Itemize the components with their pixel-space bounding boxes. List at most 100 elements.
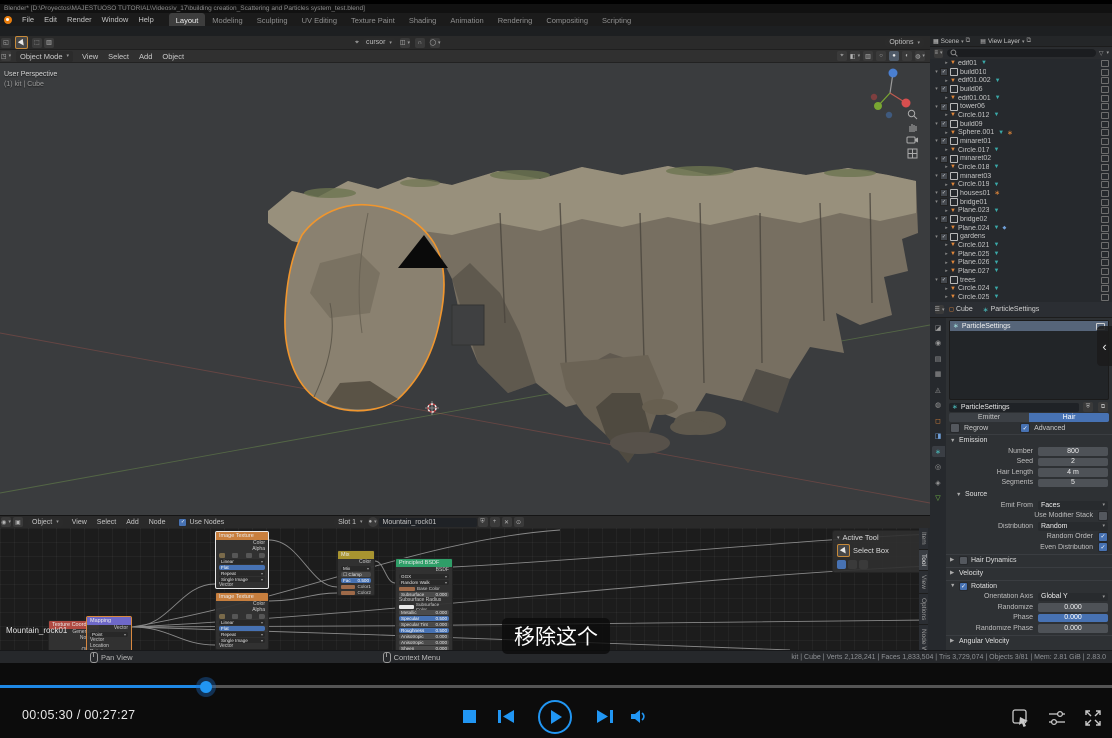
viewport-visibility-icon[interactable]: [1101, 112, 1109, 119]
node-value-row[interactable]: Flat: [219, 565, 265, 570]
active-tool-icon[interactable]: [15, 36, 28, 49]
properties-tab-object[interactable]: ◻: [932, 415, 945, 426]
previous-button[interactable]: [496, 709, 516, 724]
shader-menu-select[interactable]: Select: [92, 518, 121, 527]
viewport-menu-select[interactable]: Select: [103, 51, 134, 62]
property-checkbox[interactable]: [1098, 511, 1108, 521]
section-checkbox[interactable]: [959, 556, 968, 565]
filter-dropdown-icon[interactable]: ▾: [1106, 50, 1109, 56]
outliner-row[interactable]: ▸▼Circle.019▼: [930, 180, 1112, 189]
play-button[interactable]: [538, 700, 572, 734]
node-value-row[interactable]: Metallic0.000: [399, 610, 449, 615]
workspace-tab-uv-editing[interactable]: UV Editing: [295, 13, 344, 26]
properties-tab-constraints[interactable]: ◈: [932, 477, 945, 488]
viewport-visibility-icon[interactable]: [1101, 86, 1109, 93]
outliner-row[interactable]: ▸▼Plane.023▼: [930, 206, 1112, 215]
tool-option-icon[interactable]: ⬚: [32, 38, 42, 48]
section-header-hair-dynamics[interactable]: ▶Hair Dynamics: [946, 554, 1112, 566]
viewport-visibility-icon[interactable]: [1101, 268, 1109, 275]
property-value[interactable]: 0.000: [1038, 624, 1108, 633]
sidebar-tab-view[interactable]: View: [919, 571, 928, 594]
workspace-tab-texture-paint[interactable]: Texture Paint: [344, 13, 402, 26]
viewport-visibility-icon[interactable]: [1101, 216, 1109, 223]
shading-wireframe-icon[interactable]: ○: [876, 51, 886, 61]
properties-tab-data[interactable]: ▽: [932, 493, 945, 504]
shader-object-dropdown[interactable]: Object: [28, 518, 63, 527]
viewport-visibility-icon[interactable]: [1101, 60, 1109, 67]
node-color-swatch[interactable]: Color2: [341, 590, 371, 595]
node-value-row[interactable]: Random Walk: [399, 580, 449, 585]
regrow-checkbox[interactable]: [950, 423, 960, 433]
properties-editor-icon[interactable]: ☰: [935, 305, 944, 314]
node-checkbox-row[interactable]: ☐ Clamp: [341, 572, 371, 577]
outliner-row[interactable]: ▾✓build010: [930, 68, 1112, 77]
editor-type-icon[interactable]: ◱: [1, 38, 11, 48]
outliner-checkbox[interactable]: ✓: [940, 198, 948, 206]
mode-dropdown[interactable]: Object Mode: [16, 51, 73, 62]
outliner-row[interactable]: ▾✓bridge02: [930, 215, 1112, 224]
shader-node-mapping[interactable]: MappingVectorPointVectorLocationRotation: [86, 616, 132, 650]
section-checkbox[interactable]: ✓: [959, 582, 968, 591]
blender-logo-icon[interactable]: [4, 16, 12, 24]
properties-tab-physics[interactable]: ◎: [932, 462, 945, 473]
scene-dropdown[interactable]: Scene: [941, 38, 964, 45]
property-value[interactable]: 5: [1038, 479, 1108, 488]
outliner-row[interactable]: ▾✓minaret01: [930, 137, 1112, 146]
particle-settings-name-field[interactable]: ∗ ParticleSettings: [949, 403, 1079, 412]
editor-type-dropdown[interactable]: ◳: [1, 51, 11, 61]
viewport-visibility-icon[interactable]: [1101, 181, 1109, 188]
shader-node-image-texture[interactable]: Image TextureColorAlphaLinearFlatRepeatS…: [215, 592, 269, 650]
property-value[interactable]: Random: [1038, 522, 1108, 531]
outliner-row[interactable]: ▸▼Circle.017▼: [930, 146, 1112, 155]
material-name-field[interactable]: Mountain_rock01: [379, 518, 477, 527]
volume-button[interactable]: [630, 709, 650, 724]
sidebar-tab-node-wrangler[interactable]: Node Wrangler: [919, 625, 928, 650]
sidebar-tab-options[interactable]: Options: [919, 594, 928, 625]
viewport-visibility-icon[interactable]: [1101, 121, 1109, 128]
outliner-row[interactable]: ▸▼edif01.001▼: [930, 94, 1112, 103]
shader-menu-node[interactable]: Node: [144, 518, 171, 527]
menu-window[interactable]: Window: [97, 14, 134, 25]
unlink-icon[interactable]: ✕: [502, 517, 512, 527]
node-value-row[interactable]: Specular Tint0.000: [399, 622, 449, 627]
outliner-checkbox[interactable]: ✓: [940, 68, 948, 76]
new-material-icon[interactable]: +: [490, 517, 500, 527]
outliner-row[interactable]: ▾✓minaret02: [930, 154, 1112, 163]
outliner-checkbox[interactable]: ✓: [940, 137, 948, 145]
camera-view-icon[interactable]: [905, 133, 919, 147]
outliner-row[interactable]: ▸▼Plane.027▼: [930, 267, 1112, 276]
node-value-row[interactable]: Repeat: [219, 571, 265, 576]
outliner-row[interactable]: ▸▼Circle.018▼: [930, 163, 1112, 172]
viewport-menu-view[interactable]: View: [77, 51, 103, 62]
outliner-checkbox[interactable]: ✓: [940, 85, 948, 93]
cube-object[interactable]: [452, 305, 484, 345]
viewport-visibility-icon[interactable]: [1101, 129, 1109, 136]
viewport-visibility-icon[interactable]: [1101, 155, 1109, 162]
node-value-row[interactable]: Flat: [219, 626, 265, 631]
expand-icon[interactable]: ▸: [943, 78, 950, 84]
node-value-row[interactable]: Roughness0.500: [399, 628, 449, 633]
menu-file[interactable]: File: [17, 14, 39, 25]
property-checkbox[interactable]: ✓: [1098, 532, 1108, 542]
sidebar-tab-item[interactable]: Item: [919, 528, 928, 550]
shader-menu-view[interactable]: View: [67, 518, 92, 527]
viewport-visibility-icon[interactable]: [1101, 77, 1109, 84]
particle-system-row[interactable]: ∗ ParticleSettings: [950, 321, 1108, 331]
new-layer-icon[interactable]: ⧉: [1027, 37, 1032, 45]
stop-button[interactable]: [463, 710, 476, 723]
workspace-tab-shading[interactable]: Shading: [402, 13, 444, 26]
viewport-visibility-icon[interactable]: [1101, 69, 1109, 76]
outliner-row[interactable]: ▾✓tower06: [930, 102, 1112, 111]
fullscreen-button[interactable]: [1083, 708, 1103, 728]
properties-tab-modifiers[interactable]: ◨: [932, 431, 945, 442]
pin-icon[interactable]: ⊙: [514, 517, 524, 527]
use-nodes-checkbox[interactable]: ✓: [178, 518, 187, 527]
node-color-swatch[interactable]: Color1: [341, 584, 371, 589]
outliner-row[interactable]: ▸▼Circle.025▼: [930, 293, 1112, 302]
properties-tab-particles[interactable]: ∗: [932, 446, 945, 457]
settings-button[interactable]: [1047, 708, 1067, 728]
viewport-visibility-icon[interactable]: [1101, 95, 1109, 102]
expand-icon[interactable]: ▸: [943, 225, 950, 231]
outliner-row[interactable]: ▾✓bridge01: [930, 198, 1112, 207]
outliner-editor-icon[interactable]: ≡: [934, 49, 943, 58]
